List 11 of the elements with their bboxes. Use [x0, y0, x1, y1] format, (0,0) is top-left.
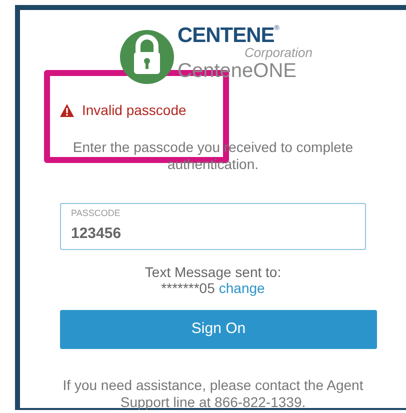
sent-to-label: Text Message sent to: [144, 264, 282, 280]
masked-phone-number: *******05 [161, 280, 215, 296]
product-name: CenteneONE [178, 60, 296, 82]
help-text: If you need assistance, please contact the Agent Support line at 866-822-1339. [62, 377, 364, 411]
brand-subtitle: Corporation [244, 46, 312, 58]
field-label: PASSCODE [71, 208, 120, 219]
sign-on-button[interactable]: Sign On [60, 310, 377, 349]
error-message: Invalid passcode [82, 101, 186, 120]
warning-icon [60, 104, 74, 117]
change-link[interactable]: change [218, 280, 265, 296]
brand-name: CENTENE [178, 24, 274, 46]
